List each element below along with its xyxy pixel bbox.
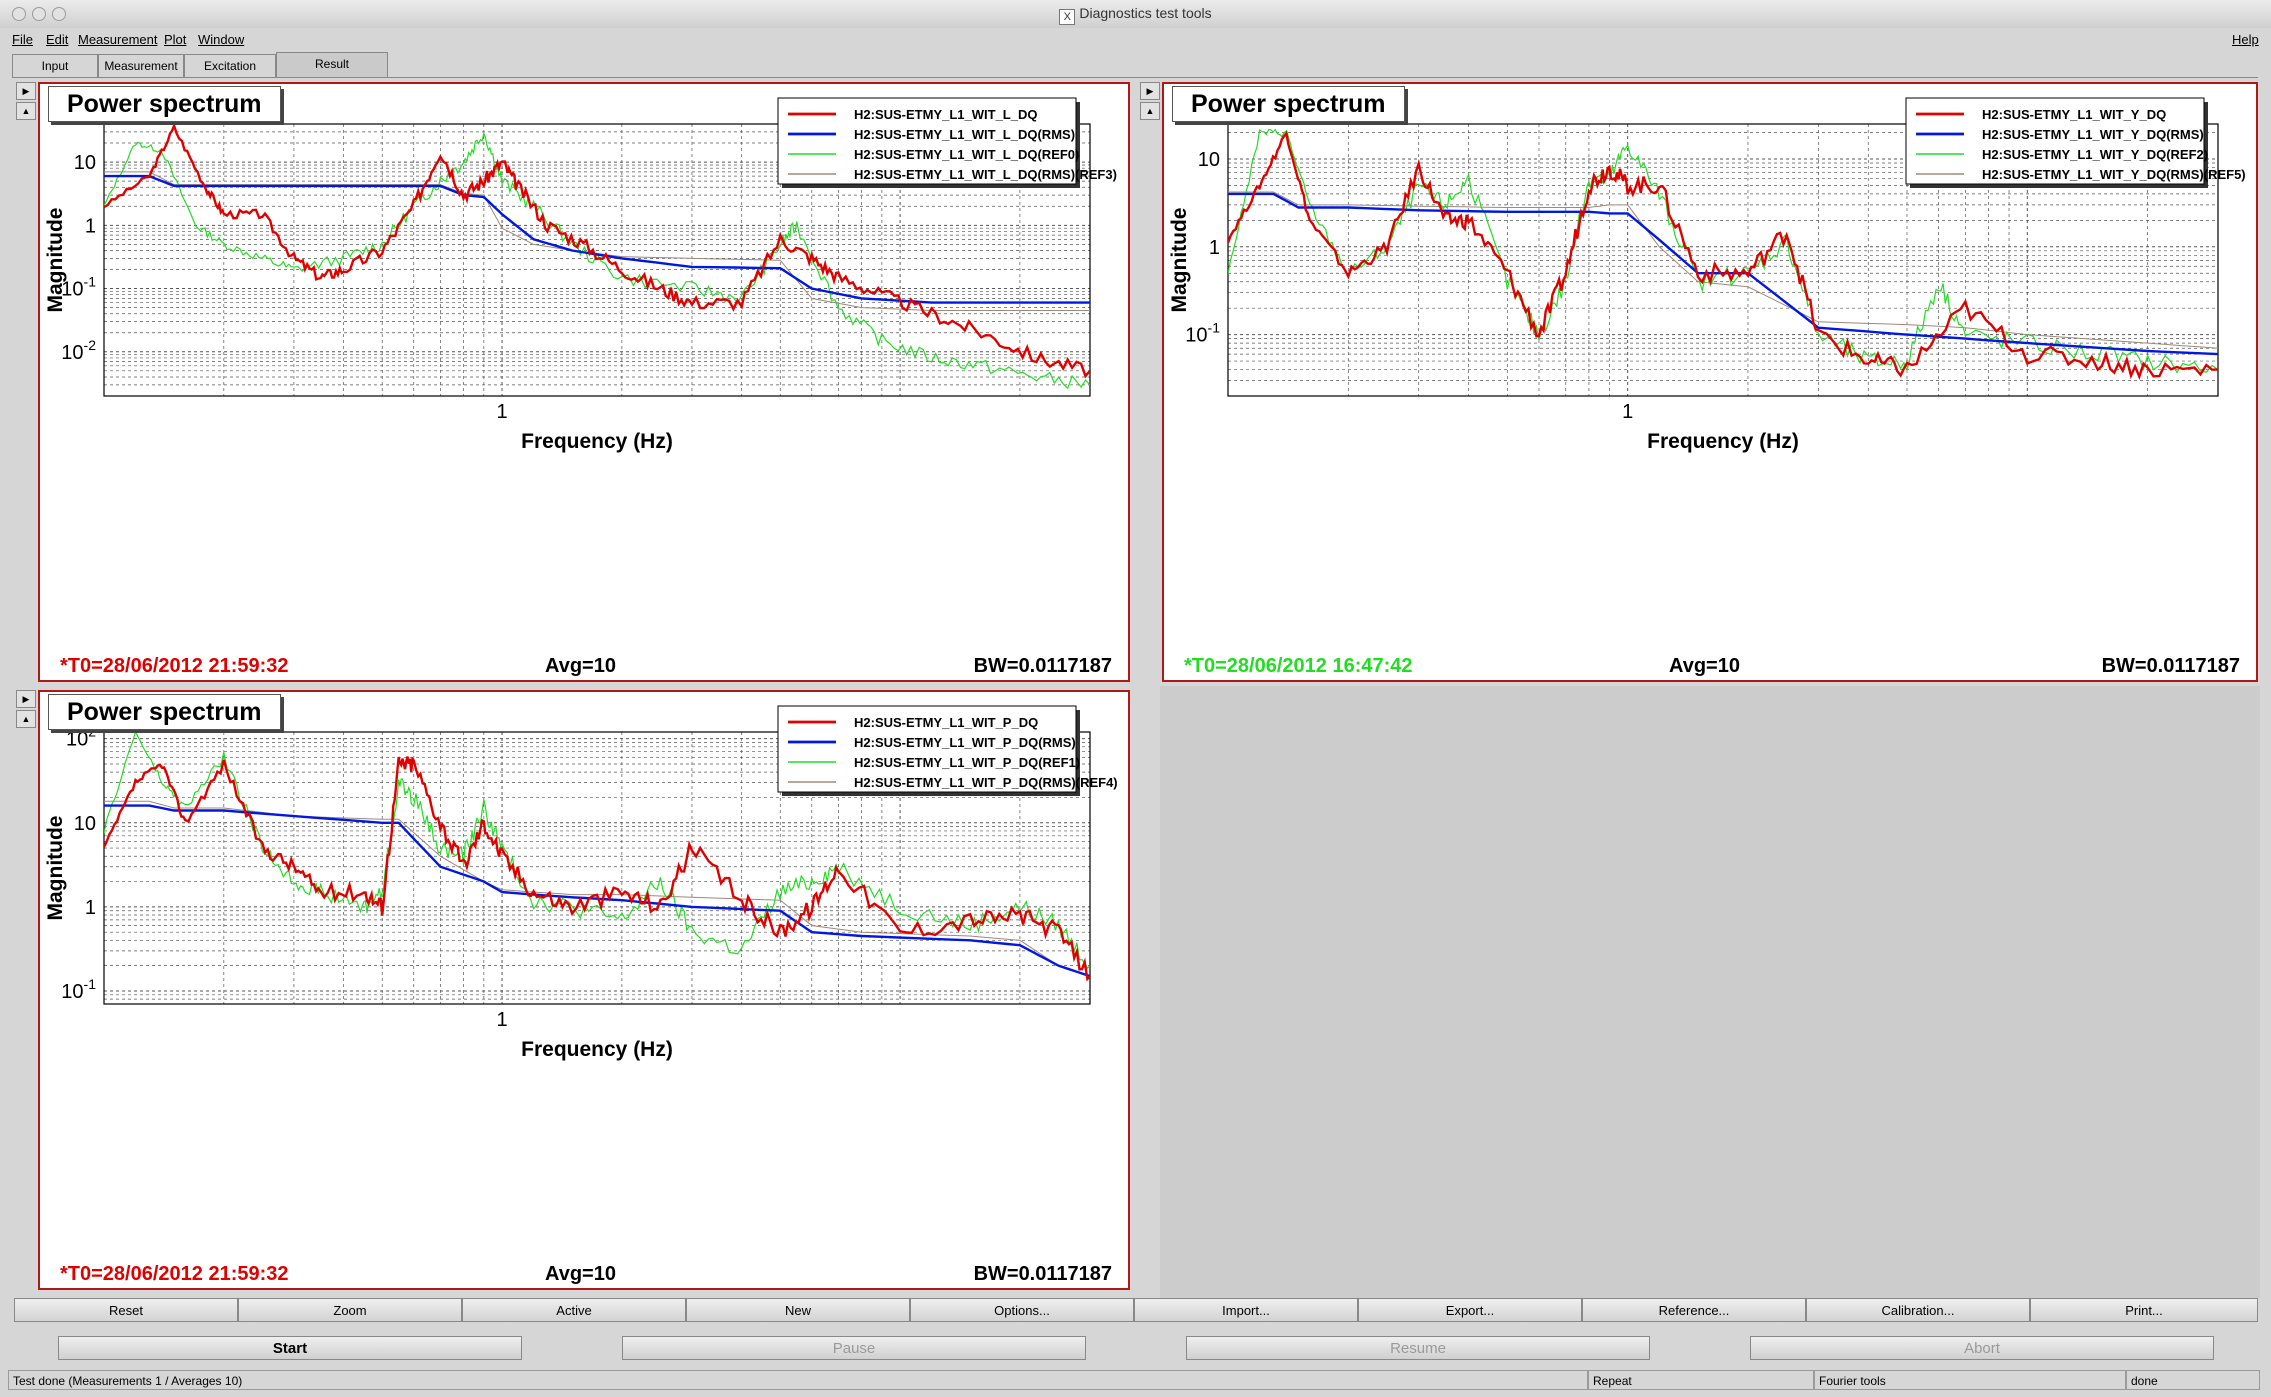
tab-result[interactable]: Result [276,52,388,77]
legend-entry: H2:SUS-ETMY_L1_WIT_Y_DQ(RMS) [1982,127,2204,142]
legend-entry: H2:SUS-ETMY_L1_WIT_P_DQ(REF1) [854,755,1080,770]
bw-label: BW=0.0117187 [973,1263,1112,1285]
menu-file[interactable]: File [12,32,33,47]
avg-label: Avg=10 [545,655,616,677]
new-button[interactable]: New [686,1298,910,1322]
plot-pad-p[interactable]: 102 10 1 10-1 1 Frequency (Hz) Magnitude H2:SUS… [38,690,1130,1290]
tab-excitation[interactable]: Excitation [184,54,276,77]
menu-plot[interactable]: Plot [164,32,186,47]
legend-entry: H2:SUS-ETMY_L1_WIT_L_DQ [854,107,1037,122]
y-axis-label: Magnitude [44,816,67,921]
bw-label: BW=0.0117187 [973,655,1112,677]
t0-label: *T0=28/06/2012 16:47:42 [1184,655,1413,677]
menu-measurement[interactable]: Measurement [78,32,157,47]
export-button[interactable]: Export... [1358,1298,1582,1322]
x-axis-label: Frequency (Hz) [521,1038,673,1061]
avg-label: Avg=10 [1669,655,1740,677]
y-tick-label: 1 [85,897,96,919]
tab-input[interactable]: Input [12,54,98,77]
pad1-up-arrow-icon[interactable]: ▲ [16,102,36,120]
y-tick-label: 1 [85,215,96,237]
menu-window[interactable]: Window [198,32,244,47]
plot-pad-y[interactable]: 10 1 10-1 1 Frequency (Hz) Magnitude H2:SUS-ET… [1162,82,2258,682]
pad2-controls: ▶ ▲ [1140,82,1160,122]
x-tick-label: 1 [496,1009,507,1031]
legend-entry: H2:SUS-ETMY_L1_WIT_Y_DQ [1982,107,2166,122]
pad3-next-arrow-icon[interactable]: ▶ [16,690,36,708]
plot-canvas[interactable]: 10 1 10-1 1 Frequency (Hz) Magnitude H2:SUS-ET… [1164,84,2256,680]
status-tool: Fourier tools [1814,1370,2126,1390]
pad1-next-arrow-icon[interactable]: ▶ [16,82,36,100]
plot-title: Power spectrum [1172,86,1405,122]
x-axis-label: Frequency (Hz) [1647,430,1799,453]
avg-label: Avg=10 [545,1263,616,1285]
plot-canvas[interactable]: 10110-110-21Frequency (Hz)MagnitudeH2:SU… [40,84,1128,680]
reset-button[interactable]: Reset [14,1298,238,1322]
pad2-up-arrow-icon[interactable]: ▲ [1140,102,1160,120]
t0-label: *T0=28/06/2012 21:59:32 [60,1263,289,1285]
legend-entry: H2:SUS-ETMY_L1_WIT_Y_DQ(REF2) [1982,147,2208,162]
pad3-controls: ▶ ▲ [16,690,36,730]
status-bar: Test done (Measurements 1 / Averages 10)… [0,1370,2271,1394]
pad2-next-arrow-icon[interactable]: ▶ [1140,82,1160,100]
y-tick-label: 10-1 [61,976,96,1003]
calibration-button[interactable]: Calibration... [1806,1298,2030,1322]
menu-help[interactable]: Help [2232,32,2259,47]
tab-measurement[interactable]: Measurement [98,54,184,77]
legend-entry: H2:SUS-ETMY_L1_WIT_P_DQ [854,715,1038,730]
measurement-controls: Start Pause Resume Abort [0,1336,2271,1366]
plot-title: Power spectrum [48,694,281,730]
window-title: X Diagnostics test tools [0,5,2271,25]
import-button[interactable]: Import... [1134,1298,1358,1322]
plot-canvas[interactable]: 10210110-11Frequency (Hz)MagnitudeH2:SUS… [40,692,1128,1288]
pad1-controls: ▶ ▲ [16,82,36,122]
plot-pad-l[interactable]: 10 1 10-1 10-2 1 Frequency (Hz) Magnitude H2:SU… [38,82,1130,682]
y-axis-label: Magnitude [1168,208,1191,313]
t0-label: *T0=28/06/2012 21:59:32 [60,655,289,677]
x11-icon: X [1059,9,1076,25]
legend-entry: H2:SUS-ETMY_L1_WIT_L_DQ(RMS) [854,127,1075,142]
legend-entry: H2:SUS-ETMY_L1_WIT_L_DQ(REF0) [854,147,1079,162]
y-axis-label: Magnitude [44,208,67,313]
legend-entry: H2:SUS-ETMY_L1_WIT_P_DQ(RMS)(REF4) [854,775,1118,790]
abort-button[interactable]: Abort [1750,1336,2214,1360]
status-repeat: Repeat [1588,1370,1814,1390]
options-button[interactable]: Options... [910,1298,1134,1322]
pad3-up-arrow-icon[interactable]: ▲ [16,710,36,728]
y-tick-label: 10 [1198,149,1220,171]
empty-pad-area [1160,686,2260,1298]
series-line [1228,191,2218,349]
resume-button[interactable]: Resume [1186,1336,1650,1360]
start-button[interactable]: Start [58,1336,522,1360]
menu-bar: File Edit Measurement Plot Window Help [0,28,2271,52]
reference-button[interactable]: Reference... [1582,1298,1806,1322]
legend-entry: H2:SUS-ETMY_L1_WIT_P_DQ(RMS) [854,735,1076,750]
y-tick-label: 10 [74,813,96,835]
y-tick-label: 10-1 [1185,320,1220,347]
y-tick-label: 10-2 [61,337,96,364]
window-title-text: Diagnostics test tools [1079,5,1212,21]
tab-divider [12,77,2258,78]
x-axis-label: Frequency (Hz) [521,430,673,453]
y-tick-label: 1 [1209,237,1220,259]
status-message: Test done (Measurements 1 / Averages 10) [8,1370,1588,1390]
y-tick-label: 10 [74,152,96,174]
active-button[interactable]: Active [462,1298,686,1322]
status-state: done [2126,1370,2260,1390]
plot-title: Power spectrum [48,86,281,122]
window-titlebar: X Diagnostics test tools [0,0,2271,29]
plot-toolbar: Reset Zoom Active New Options... Import.… [14,1298,2258,1324]
legend-entry: H2:SUS-ETMY_L1_WIT_L_DQ(RMS)(REF3) [854,167,1117,182]
pause-button[interactable]: Pause [622,1336,1086,1360]
print-button[interactable]: Print... [2030,1298,2258,1322]
menu-edit[interactable]: Edit [46,32,68,47]
x-tick-label: 1 [496,401,507,423]
legend-entry: H2:SUS-ETMY_L1_WIT_Y_DQ(RMS)(REF5) [1982,167,2246,182]
bw-label: BW=0.0117187 [2101,655,2240,677]
series-line [104,171,1090,311]
x-tick-label: 1 [1622,401,1633,423]
zoom-button[interactable]: Zoom [238,1298,462,1322]
